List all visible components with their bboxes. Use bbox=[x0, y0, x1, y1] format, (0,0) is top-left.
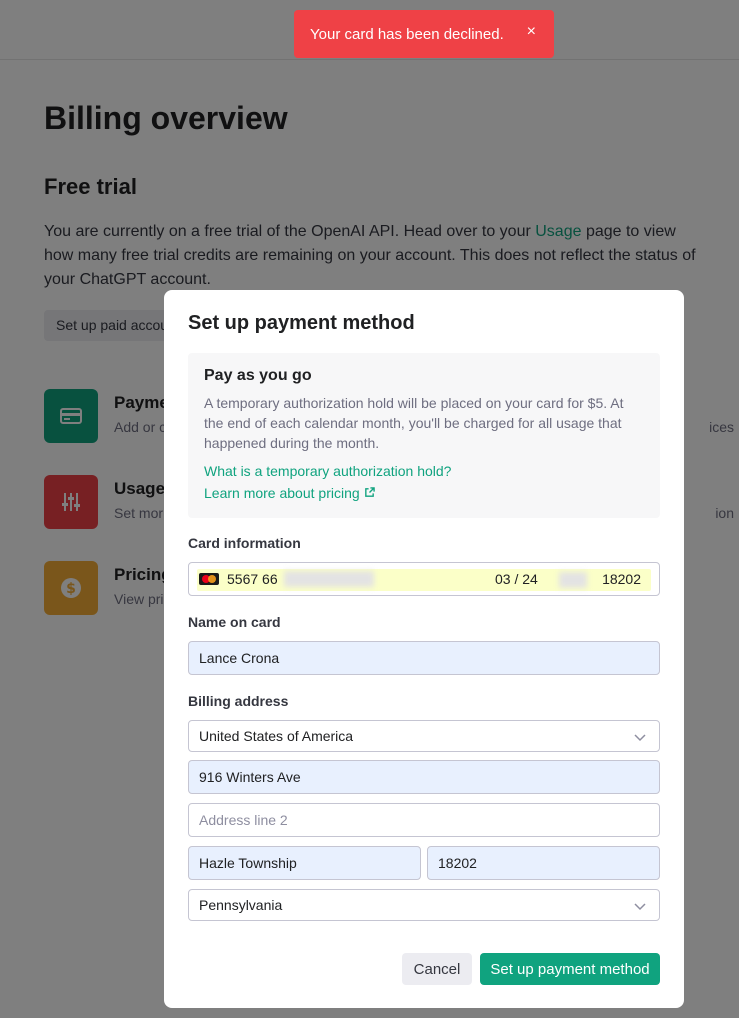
pay-as-you-go-box: Pay as you go A temporary authorization … bbox=[188, 353, 660, 518]
state-select[interactable]: Pennsylvania bbox=[188, 889, 660, 921]
toast-message: Your card has been declined. bbox=[310, 25, 504, 43]
billing-address-label: Billing address bbox=[188, 693, 289, 709]
name-on-card-input[interactable]: Lance Crona bbox=[188, 641, 660, 675]
country-select[interactable]: United States of America bbox=[188, 720, 660, 752]
postal-code-input[interactable]: 18202 bbox=[427, 846, 660, 880]
payment-method-modal: Set up payment method Pay as you go A te… bbox=[164, 290, 684, 1008]
error-toast: Your card has been declined. × bbox=[294, 10, 554, 58]
pricing-link[interactable]: Learn more about pricing bbox=[204, 485, 644, 501]
external-link-icon bbox=[364, 487, 375, 497]
address-line2-input[interactable]: Address line 2 bbox=[188, 803, 660, 837]
card-zip: 18202 bbox=[602, 571, 641, 587]
modal-title: Set up payment method bbox=[188, 312, 415, 334]
payg-title: Pay as you go bbox=[204, 367, 312, 384]
card-info-input[interactable]: 5567 66 03 / 24 18202 bbox=[188, 562, 660, 596]
payg-description: A temporary authorization hold will be p… bbox=[204, 395, 624, 451]
chevron-down-icon bbox=[634, 734, 646, 742]
setup-payment-button[interactable]: Set up payment method bbox=[480, 953, 660, 985]
city-input[interactable]: Hazle Township bbox=[188, 846, 421, 880]
mastercard-icon bbox=[199, 573, 219, 585]
address-line1-input[interactable]: 916 Winters Ave bbox=[188, 760, 660, 794]
card-expiry: 03 / 24 bbox=[495, 571, 538, 587]
chevron-down-icon bbox=[634, 903, 646, 911]
authorization-hold-link[interactable]: What is a temporary authorization hold? bbox=[204, 463, 644, 479]
card-info-label: Card information bbox=[188, 535, 301, 551]
close-icon[interactable]: × bbox=[527, 23, 536, 41]
cancel-button[interactable]: Cancel bbox=[402, 953, 472, 985]
pricing-link-label: Learn more about pricing bbox=[204, 485, 360, 501]
card-number: 5567 66 bbox=[227, 571, 278, 587]
name-on-card-label: Name on card bbox=[188, 614, 281, 630]
redacted-digits bbox=[283, 571, 374, 587]
state-value: Pennsylvania bbox=[199, 897, 283, 913]
redacted-cvc bbox=[559, 572, 587, 588]
country-value: United States of America bbox=[199, 728, 354, 744]
